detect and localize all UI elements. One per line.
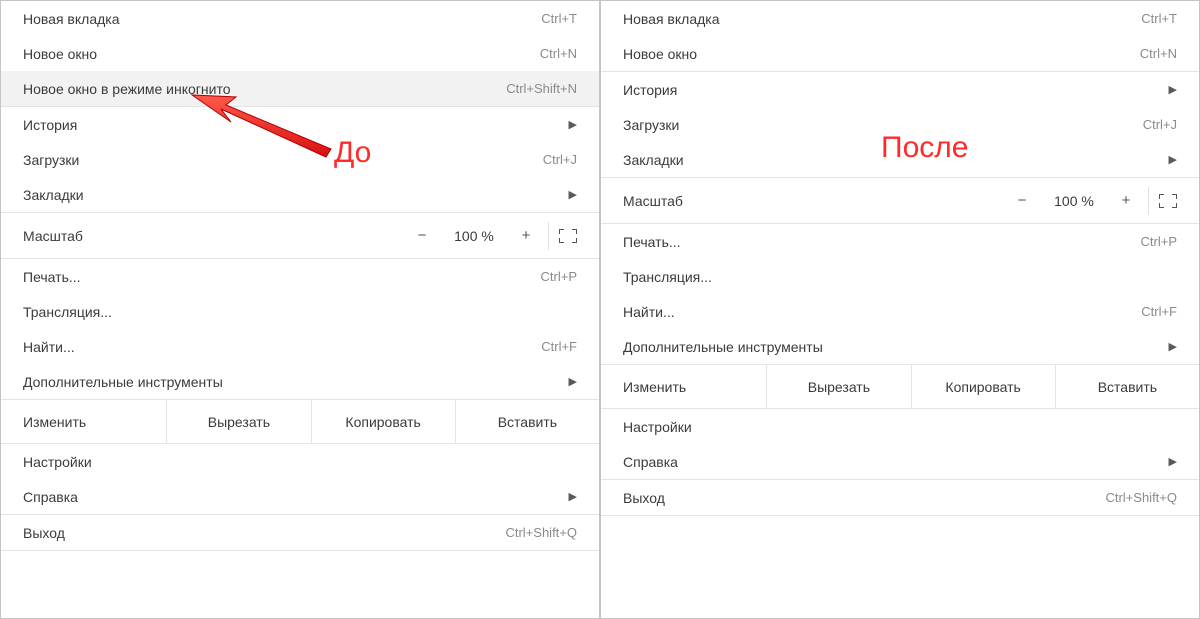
menu-before: Новая вкладка Ctrl+T Новое окно Ctrl+N Н… — [0, 0, 600, 619]
menu-item-label: Печать... — [23, 269, 81, 285]
cut-button[interactable]: Вырезать — [767, 365, 911, 408]
menu-item-shortcut: Ctrl+F — [1141, 304, 1177, 319]
menu-item-label: Настройки — [623, 419, 692, 435]
chevron-right-icon: ▶ — [1169, 340, 1177, 353]
menu-item-label: Настройки — [23, 454, 92, 470]
menu-item-label: Закладки — [623, 152, 684, 168]
chevron-right-icon: ▶ — [1169, 83, 1177, 96]
menu-item-label: Справка — [23, 489, 78, 505]
menu-item-help[interactable]: Справка ▶ — [1, 479, 599, 514]
menu-item-zoom: Масштаб − 100 % + — [601, 178, 1199, 224]
menu-item-find[interactable]: Найти... Ctrl+F — [601, 294, 1199, 329]
menu-item-shortcut: Ctrl+P — [541, 269, 577, 284]
chevron-right-icon: ▶ — [569, 375, 577, 388]
menu-item-label: Загрузки — [623, 117, 679, 133]
menu-item-more-tools[interactable]: Дополнительные инструменты ▶ — [601, 329, 1199, 364]
menu-item-label: История — [623, 82, 677, 98]
menu-item-cast[interactable]: Трансляция... — [1, 294, 599, 329]
menu-item-bookmarks[interactable]: Закладки ▶ — [601, 142, 1199, 177]
edit-label: Изменить — [601, 365, 767, 408]
menu-item-label: Трансляция... — [623, 269, 712, 285]
menu-item-exit[interactable]: Выход Ctrl+Shift+Q — [1, 515, 599, 550]
menu-item-find[interactable]: Найти... Ctrl+F — [1, 329, 599, 364]
chevron-right-icon: ▶ — [1169, 153, 1177, 166]
menu-item-shortcut: Ctrl+Shift+Q — [505, 525, 577, 540]
paste-button[interactable]: Вставить — [1056, 365, 1199, 408]
menu-item-label: Масштаб — [623, 193, 1014, 209]
zoom-value: 100 % — [448, 228, 500, 244]
paste-button[interactable]: Вставить — [456, 400, 599, 443]
menu-item-history[interactable]: История ▶ — [1, 107, 599, 142]
menu-item-label: Выход — [23, 525, 65, 541]
separator — [548, 222, 549, 250]
menu-item-downloads[interactable]: Загрузки Ctrl+J — [1, 142, 599, 177]
menu-item-settings[interactable]: Настройки — [1, 444, 599, 479]
chevron-right-icon: ▶ — [569, 188, 577, 201]
menu-item-settings[interactable]: Настройки — [601, 409, 1199, 444]
menu-item-label: Новое окно в режиме инкогнито — [23, 81, 231, 97]
menu-item-label: Масштаб — [23, 228, 414, 244]
menu-item-label: Найти... — [623, 304, 675, 320]
menu-item-label: Дополнительные инструменты — [23, 374, 223, 390]
menu-item-label: Новое окно — [623, 46, 697, 62]
menu-item-incognito[interactable]: Новое окно в режиме инкогнито Ctrl+Shift… — [1, 71, 599, 106]
zoom-value: 100 % — [1048, 193, 1100, 209]
menu-item-shortcut: Ctrl+T — [541, 11, 577, 26]
separator — [1148, 187, 1149, 215]
zoom-in-button[interactable]: + — [1118, 192, 1134, 209]
menu-item-shortcut: Ctrl+J — [1143, 117, 1177, 132]
edit-label: Изменить — [1, 400, 167, 443]
cut-button[interactable]: Вырезать — [167, 400, 311, 443]
menu-item-shortcut: Ctrl+N — [1140, 46, 1177, 61]
menu-item-label: Загрузки — [23, 152, 79, 168]
menu-item-label: История — [23, 117, 77, 133]
menu-item-label: Найти... — [23, 339, 75, 355]
menu-item-label: Новое окно — [23, 46, 97, 62]
menu-item-shortcut: Ctrl+P — [1141, 234, 1177, 249]
menu-item-label: Новая вкладка — [623, 11, 720, 27]
edit-row: Изменить Вырезать Копировать Вставить — [601, 365, 1199, 409]
menu-item-new-tab[interactable]: Новая вкладка Ctrl+T — [601, 1, 1199, 36]
menu-item-shortcut: Ctrl+Shift+N — [506, 81, 577, 96]
menu-item-shortcut: Ctrl+Shift+Q — [1105, 490, 1177, 505]
chevron-right-icon: ▶ — [1169, 455, 1177, 468]
menu-item-label: Печать... — [623, 234, 681, 250]
menu-item-label: Справка — [623, 454, 678, 470]
copy-button[interactable]: Копировать — [312, 400, 456, 443]
edit-row: Изменить Вырезать Копировать Вставить — [1, 400, 599, 444]
copy-button[interactable]: Копировать — [912, 365, 1056, 408]
menu-item-downloads[interactable]: Загрузки Ctrl+J — [601, 107, 1199, 142]
menu-item-label: Трансляция... — [23, 304, 112, 320]
menu-item-label: Дополнительные инструменты — [623, 339, 823, 355]
chevron-right-icon: ▶ — [569, 118, 577, 131]
menu-item-print[interactable]: Печать... Ctrl+P — [601, 224, 1199, 259]
menu-item-cast[interactable]: Трансляция... — [601, 259, 1199, 294]
zoom-in-button[interactable]: + — [518, 227, 534, 244]
menu-after: Новая вкладка Ctrl+T Новое окно Ctrl+N И… — [600, 0, 1200, 619]
menu-item-label: Закладки — [23, 187, 84, 203]
menu-item-new-window[interactable]: Новое окно Ctrl+N — [1, 36, 599, 71]
zoom-out-button[interactable]: − — [1014, 192, 1030, 209]
menu-item-bookmarks[interactable]: Закладки ▶ — [1, 177, 599, 212]
menu-item-new-tab[interactable]: Новая вкладка Ctrl+T — [1, 1, 599, 36]
menu-item-label: Новая вкладка — [23, 11, 120, 27]
menu-item-shortcut: Ctrl+F — [541, 339, 577, 354]
menu-item-label: Выход — [623, 490, 665, 506]
menu-item-exit[interactable]: Выход Ctrl+Shift+Q — [601, 480, 1199, 515]
menu-item-shortcut: Ctrl+N — [540, 46, 577, 61]
zoom-out-button[interactable]: − — [414, 227, 430, 244]
menu-item-shortcut: Ctrl+T — [1141, 11, 1177, 26]
menu-item-zoom: Масштаб − 100 % + — [1, 213, 599, 259]
menu-item-more-tools[interactable]: Дополнительные инструменты ▶ — [1, 364, 599, 399]
menu-item-new-window[interactable]: Новое окно Ctrl+N — [601, 36, 1199, 71]
menu-item-shortcut: Ctrl+J — [543, 152, 577, 167]
menu-item-print[interactable]: Печать... Ctrl+P — [1, 259, 599, 294]
chevron-right-icon: ▶ — [569, 490, 577, 503]
fullscreen-icon[interactable] — [1159, 194, 1177, 208]
menu-item-help[interactable]: Справка ▶ — [601, 444, 1199, 479]
menu-item-history[interactable]: История ▶ — [601, 72, 1199, 107]
fullscreen-icon[interactable] — [559, 229, 577, 243]
